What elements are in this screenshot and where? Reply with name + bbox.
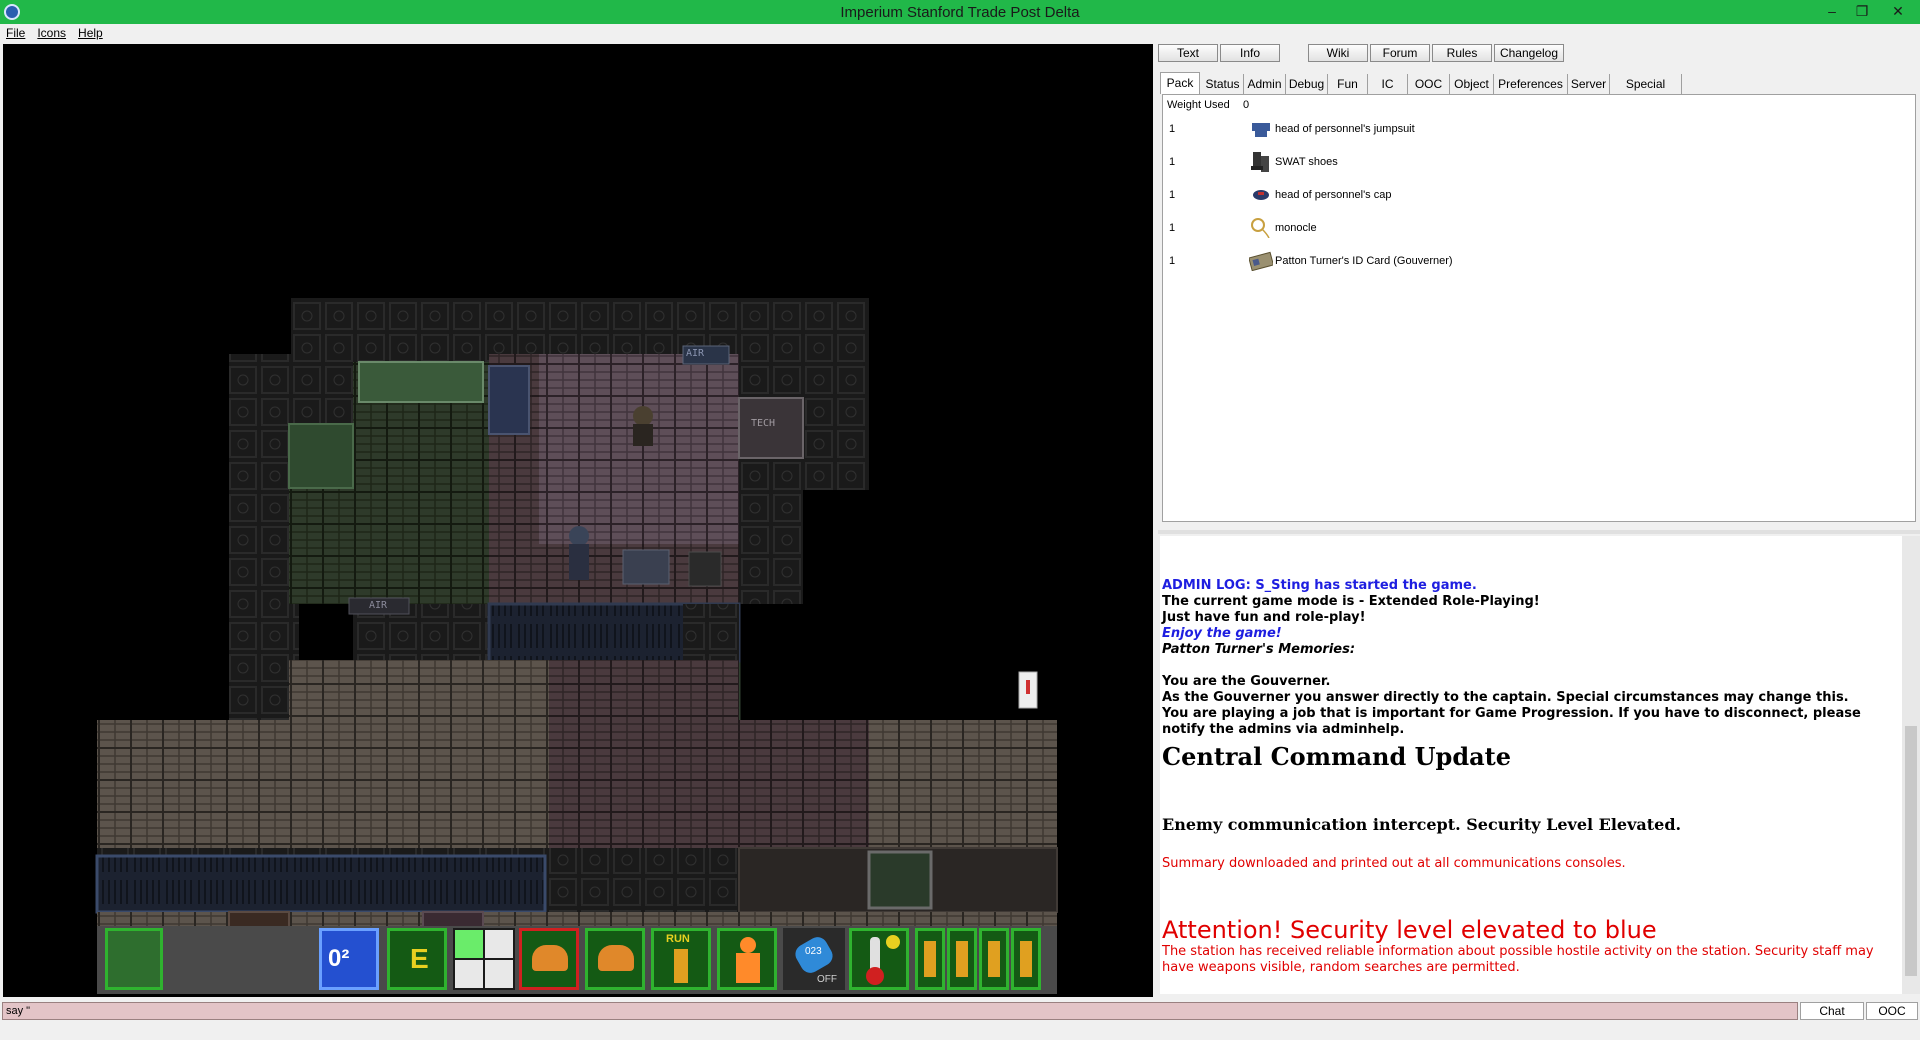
action-slot-1[interactable] xyxy=(915,928,945,990)
admin-log-prefix: ADMIN LOG: xyxy=(1162,578,1251,593)
enjoy-line: Enjoy the game! xyxy=(1162,626,1282,641)
info-button[interactable]: Info xyxy=(1220,44,1280,62)
internals-value: 023 xyxy=(805,946,822,957)
attention-body: The station has received reliable inform… xyxy=(1162,944,1874,975)
game-mode-line: The current game mode is - Extended Role… xyxy=(1162,594,1540,609)
item-name: head of personnel's cap xyxy=(1275,189,1392,201)
item-name: SWAT shoes xyxy=(1275,156,1338,168)
inventory-item[interactable]: 1 monocle xyxy=(1163,216,1915,238)
hand-slot[interactable] xyxy=(105,928,163,990)
hud-bar: 0² E RUN 023 OFF xyxy=(97,926,1057,994)
attention-heading: Attention! Security level elevated to bl… xyxy=(1162,916,1657,944)
chat-button[interactable]: Chat xyxy=(1800,1002,1864,1020)
left-hand-slot[interactable] xyxy=(519,928,579,990)
map-sign-tech: TECH xyxy=(751,418,776,429)
menu-icons[interactable]: Icons xyxy=(31,24,72,42)
map-sign-air-lower: AIR xyxy=(369,600,388,611)
chat-scrollbar[interactable] xyxy=(1902,536,1920,994)
oxygen-label: 0² xyxy=(328,945,350,972)
admin-log-text: S_Sting has started the game. xyxy=(1255,578,1477,593)
internals-toggle[interactable]: 023 OFF xyxy=(783,928,845,990)
input-bar: say " Chat OOC xyxy=(0,1000,1920,1022)
right-hand-slot[interactable] xyxy=(585,928,645,990)
tab-admin[interactable]: Admin xyxy=(1244,74,1286,94)
map-tiles[interactable] xyxy=(3,44,1153,997)
rules-button[interactable]: Rules xyxy=(1432,44,1492,62)
tab-debug[interactable]: Debug xyxy=(1286,74,1328,94)
ooc-button[interactable]: OOC xyxy=(1866,1002,1918,1020)
cc-heading: Central Command Update xyxy=(1162,742,1512,771)
id-card-icon xyxy=(1249,251,1273,271)
important-line: You are playing a job that is important … xyxy=(1162,706,1861,737)
monocle-icon xyxy=(1251,218,1270,238)
weight-label: Weight Used xyxy=(1167,99,1230,111)
wiki-button[interactable]: Wiki xyxy=(1308,44,1368,62)
tab-object[interactable]: Object xyxy=(1450,74,1494,94)
item-name: monocle xyxy=(1275,222,1317,234)
jumpsuit-icon xyxy=(1252,123,1270,137)
run-toggle[interactable]: RUN xyxy=(651,928,711,990)
fun-line: Just have fun and role-play! xyxy=(1162,610,1366,625)
smiley-icon xyxy=(886,935,900,949)
item-name: head of personnel's jumpsuit xyxy=(1275,123,1415,135)
tab-ic[interactable]: IC xyxy=(1368,74,1408,94)
tab-server[interactable]: Server xyxy=(1568,74,1610,94)
item-count: 1 xyxy=(1169,255,1176,267)
role-line: You are the Gouverner. xyxy=(1162,674,1331,689)
admin-log-line: ADMIN LOG: S_Sting has started the game. xyxy=(1162,578,1900,594)
title-bar: Imperium Stanford Trade Post Delta – ❐ ✕ xyxy=(0,0,1920,24)
inventory-item[interactable]: 1 head of personnel's jumpsuit xyxy=(1163,117,1915,139)
menu-help[interactable]: Help xyxy=(72,24,109,42)
tab-special-verbs[interactable]: Special Verbs xyxy=(1610,74,1682,111)
item-count: 1 xyxy=(1169,222,1176,234)
item-count: 1 xyxy=(1169,189,1176,201)
tab-fun[interactable]: Fun xyxy=(1328,74,1368,94)
oxygen-indicator[interactable]: 0² xyxy=(319,928,379,990)
tab-status[interactable]: Status xyxy=(1202,74,1244,94)
chat-output: ADMIN LOG: S_Sting has started the game.… xyxy=(1160,536,1902,994)
zone-selector[interactable] xyxy=(717,928,777,990)
right-panel: Text Info Wiki Forum Rules Changelog Pac… xyxy=(1158,44,1920,997)
summary-line: Summary downloaded and printed out at al… xyxy=(1162,856,1626,871)
map-sign-air: AIR xyxy=(686,348,705,359)
item-count: 1 xyxy=(1169,156,1176,168)
boots-icon xyxy=(1251,152,1269,172)
tab-preferences[interactable]: Preferences xyxy=(1494,74,1568,94)
weight-row: Weight Used 0 xyxy=(1163,95,1915,117)
forum-button[interactable]: Forum xyxy=(1370,44,1430,62)
action-slot-4[interactable] xyxy=(1011,928,1041,990)
equip-grid[interactable] xyxy=(453,928,515,990)
action-slot-2[interactable] xyxy=(947,928,977,990)
inventory-item[interactable]: 1 Patton Turner's ID Card (Gouverner) xyxy=(1163,249,1915,271)
panel-splitter[interactable] xyxy=(1158,530,1920,534)
close-icon[interactable]: ✕ xyxy=(1878,0,1918,24)
tab-pack[interactable]: Pack xyxy=(1160,72,1200,94)
answer-line: As the Gouverner you answer directly to … xyxy=(1162,690,1849,705)
temperature-indicator xyxy=(849,928,909,990)
item-count: 1 xyxy=(1169,123,1176,135)
restore-icon[interactable]: ❐ xyxy=(1842,0,1882,24)
menu-bar: File Icons Help xyxy=(0,24,1920,44)
item-name: Patton Turner's ID Card (Gouverner) xyxy=(1275,255,1453,267)
intent-toggle[interactable]: E xyxy=(387,928,447,990)
cap-icon xyxy=(1253,190,1269,200)
game-map-viewport[interactable]: AIR TECH AIR 0² E RUN 023 OFF xyxy=(3,44,1153,997)
window-title: Imperium Stanford Trade Post Delta xyxy=(840,4,1080,21)
internals-label: OFF xyxy=(817,974,837,985)
memories-line: Patton Turner's Memories: xyxy=(1162,642,1356,657)
intent-letter: E xyxy=(410,943,429,974)
tab-ooc[interactable]: OOC xyxy=(1408,74,1450,94)
command-input[interactable]: say " xyxy=(2,1002,1798,1020)
scroll-thumb[interactable] xyxy=(1905,726,1917,976)
intercept-line: Enemy communication intercept. Security … xyxy=(1162,815,1682,834)
changelog-button[interactable]: Changelog xyxy=(1494,44,1564,62)
inventory-panel: Weight Used 0 1 head of personnel's jump… xyxy=(1162,94,1916,522)
inventory-item[interactable]: 1 head of personnel's cap xyxy=(1163,183,1915,205)
weight-value: 0 xyxy=(1243,99,1250,111)
inventory-item[interactable]: 1 SWAT shoes xyxy=(1163,150,1915,172)
run-label: RUN xyxy=(666,933,690,945)
menu-file[interactable]: File xyxy=(0,24,31,42)
action-slot-3[interactable] xyxy=(979,928,1009,990)
text-button[interactable]: Text xyxy=(1158,44,1218,62)
